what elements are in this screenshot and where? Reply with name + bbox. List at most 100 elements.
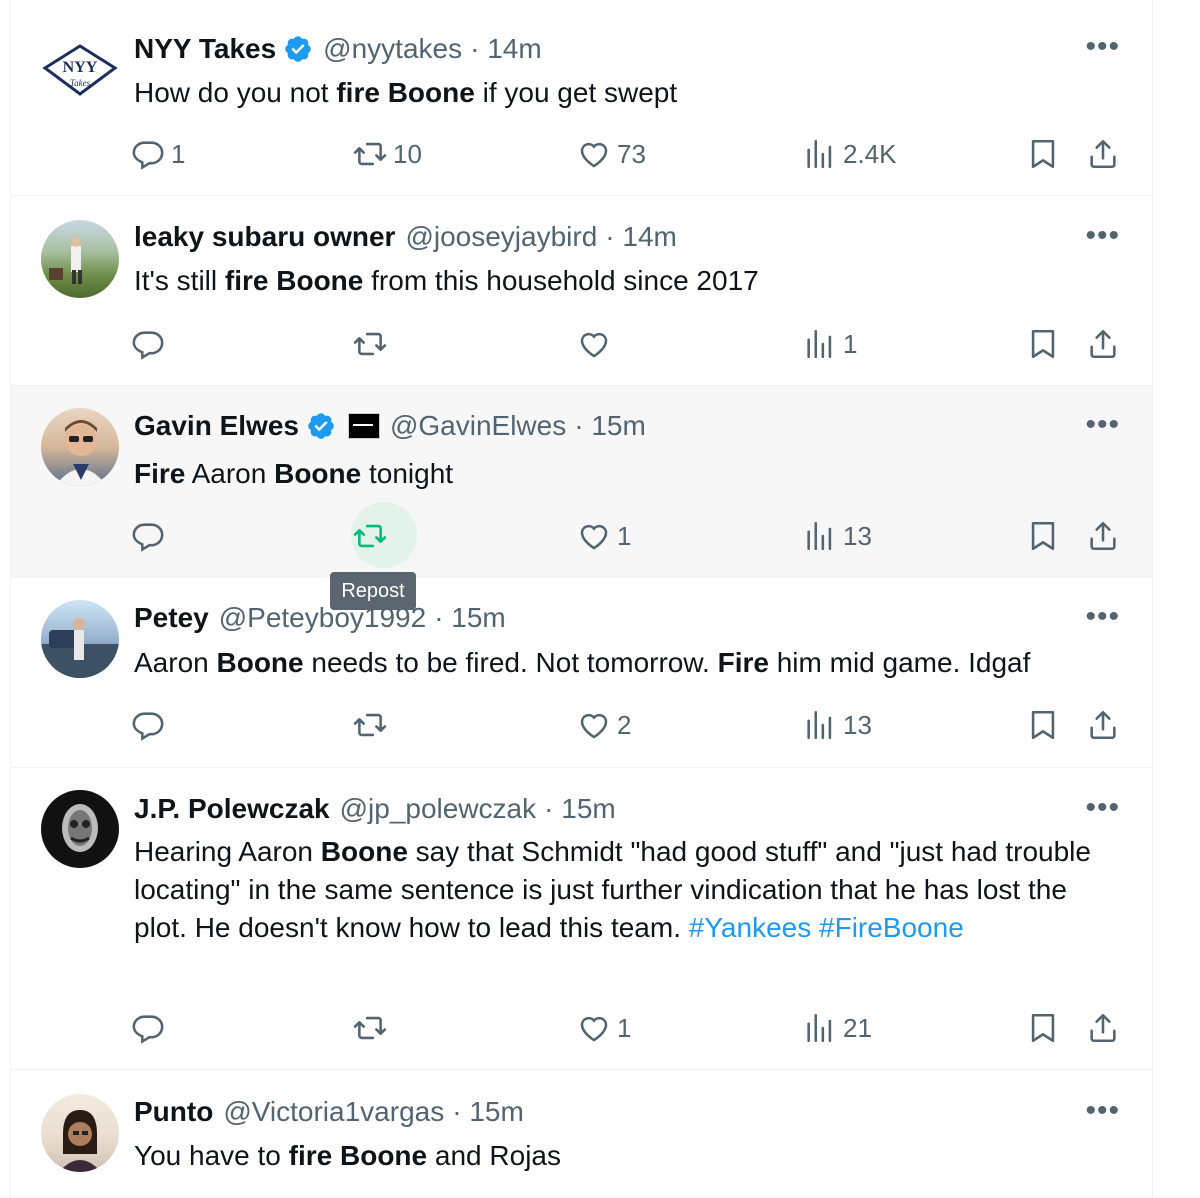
timestamp[interactable]: · 15m <box>574 410 646 442</box>
avatar[interactable] <box>41 600 119 678</box>
tweet-text: How do you not fire Boone if you get swe… <box>134 74 1094 112</box>
tweet-text: Aaron Boone needs to be fired. Not tomor… <box>134 644 1094 682</box>
share-button[interactable] <box>1086 1006 1120 1050</box>
like-button[interactable]: 1 <box>577 514 631 558</box>
avatar[interactable] <box>41 1094 119 1172</box>
share-icon <box>1086 1011 1120 1045</box>
reply-icon <box>131 519 165 553</box>
more-options-icon[interactable]: ••• <box>1085 30 1120 64</box>
handle[interactable]: @nyytakes <box>323 33 462 65</box>
like-count: 2 <box>617 709 632 740</box>
timestamp[interactable]: · 15m <box>544 793 616 825</box>
share-icon <box>1086 327 1120 361</box>
reply-button[interactable]: 1 <box>131 132 185 176</box>
more-options-icon[interactable]: ••• <box>1085 219 1120 253</box>
more-options-icon[interactable]: ••• <box>1085 791 1120 825</box>
repost-button[interactable] <box>353 703 393 747</box>
tweet[interactable]: NYY Takes NYY Takes @nyytakes · 14m ••• … <box>11 0 1152 196</box>
views-count: 13 <box>843 709 872 740</box>
tweet-text-segment: fire Boone <box>224 265 364 296</box>
tweet-actions: 1 13 <box>131 502 1131 568</box>
like-button[interactable]: 1 <box>577 1006 631 1050</box>
timestamp[interactable]: · 15m <box>452 1096 524 1128</box>
views-icon <box>803 137 837 171</box>
tweet-text: It's still fire Boone from this househol… <box>134 262 1094 300</box>
like-icon <box>577 1011 611 1045</box>
tweet[interactable]: J.P. Polewczak @jp_polewczak · 15m ••• H… <box>11 768 1152 1070</box>
display-name[interactable]: Petey <box>134 602 209 634</box>
bookmark-button[interactable] <box>1026 703 1060 747</box>
handle[interactable]: @GavinElwes <box>390 410 566 442</box>
bookmark-button[interactable] <box>1026 1006 1060 1050</box>
views-count: 13 <box>843 520 872 551</box>
more-options-icon[interactable]: ••• <box>1085 408 1120 442</box>
like-icon <box>577 519 611 553</box>
handle[interactable]: @Victoria1vargas <box>223 1096 444 1128</box>
views-button[interactable]: 2.4K <box>803 132 897 176</box>
avatar[interactable] <box>41 790 119 868</box>
share-icon <box>1086 708 1120 742</box>
views-button[interactable]: 1 <box>803 322 857 366</box>
timestamp[interactable]: · 14m <box>470 33 542 65</box>
views-button[interactable]: 21 <box>803 1006 872 1050</box>
avatar[interactable] <box>41 220 119 298</box>
bookmark-icon <box>1026 137 1060 171</box>
share-button[interactable] <box>1086 322 1120 366</box>
display-name[interactable]: Punto <box>134 1096 213 1128</box>
like-icon <box>577 327 611 361</box>
affiliate-badge-icon[interactable] <box>347 413 380 439</box>
tweet-text-segment: fire Boone <box>336 77 475 108</box>
views-button[interactable]: 13 <box>803 703 872 747</box>
share-button[interactable] <box>1086 514 1120 558</box>
tweet-text-segment: tonight <box>361 458 454 489</box>
reply-button[interactable] <box>131 703 171 747</box>
reply-button[interactable] <box>131 322 171 366</box>
share-button[interactable] <box>1086 132 1120 176</box>
bookmark-button[interactable] <box>1026 132 1060 176</box>
views-button[interactable]: 13 <box>803 514 872 558</box>
bookmark-button[interactable] <box>1026 322 1060 366</box>
like-icon <box>577 137 611 171</box>
hashtag-link[interactable]: #Yankees <box>689 912 811 943</box>
bookmark-button[interactable] <box>1026 514 1060 558</box>
display-name[interactable]: J.P. Polewczak <box>134 793 330 825</box>
more-options-icon[interactable]: ••• <box>1085 1094 1120 1128</box>
tweet[interactable]: Petey @Peteyboy1992 · 15m ••• Aaron Boon… <box>11 578 1152 768</box>
repost-button[interactable] <box>353 514 393 558</box>
timestamp[interactable]: · 14m <box>605 221 677 253</box>
avatar[interactable] <box>41 408 119 486</box>
display-name[interactable]: leaky subaru owner <box>134 221 395 253</box>
bookmark-icon <box>1026 1011 1060 1045</box>
handle[interactable]: @jp_polewczak <box>340 793 537 825</box>
tweet-actions: 1 21 <box>131 1006 1131 1050</box>
tweet-text-segment: Hearing Aaron <box>134 836 321 867</box>
tweet-text-segment: You have to <box>134 1140 289 1171</box>
reply-icon <box>131 137 165 171</box>
reply-icon <box>131 708 165 742</box>
reply-icon <box>131 327 165 361</box>
avatar[interactable]: NYY Takes <box>41 34 119 112</box>
hashtag-link[interactable]: #FireBoone <box>819 912 964 943</box>
more-options-icon[interactable]: ••• <box>1085 600 1120 634</box>
repost-button[interactable] <box>353 1006 393 1050</box>
timestamp[interactable]: · 15m <box>434 602 506 634</box>
views-count: 1 <box>843 328 858 359</box>
like-icon <box>577 708 611 742</box>
tweet[interactable]: Punto @Victoria1vargas · 15m ••• You hav… <box>11 1070 1152 1198</box>
share-button[interactable] <box>1086 703 1120 747</box>
reply-button[interactable] <box>131 1006 171 1050</box>
like-button[interactable] <box>577 322 617 366</box>
like-button[interactable]: 73 <box>577 132 646 176</box>
display-name[interactable]: Gavin Elwes <box>134 410 299 442</box>
tweet[interactable]: Gavin Elwes @GavinElwes · 15m ••• Fire A… <box>11 386 1152 578</box>
tweet[interactable]: leaky subaru owner @jooseyjaybird · 14m … <box>11 196 1152 386</box>
repost-button[interactable] <box>353 322 393 366</box>
reply-button[interactable] <box>131 514 171 558</box>
bookmark-icon <box>1026 708 1060 742</box>
tweet-actions: 1 <box>131 322 1131 366</box>
repost-button[interactable]: 10 <box>353 132 422 176</box>
display-name[interactable]: NYY Takes <box>134 33 276 65</box>
reply-icon <box>131 1011 165 1045</box>
handle[interactable]: @jooseyjaybird <box>405 221 597 253</box>
like-button[interactable]: 2 <box>577 703 631 747</box>
